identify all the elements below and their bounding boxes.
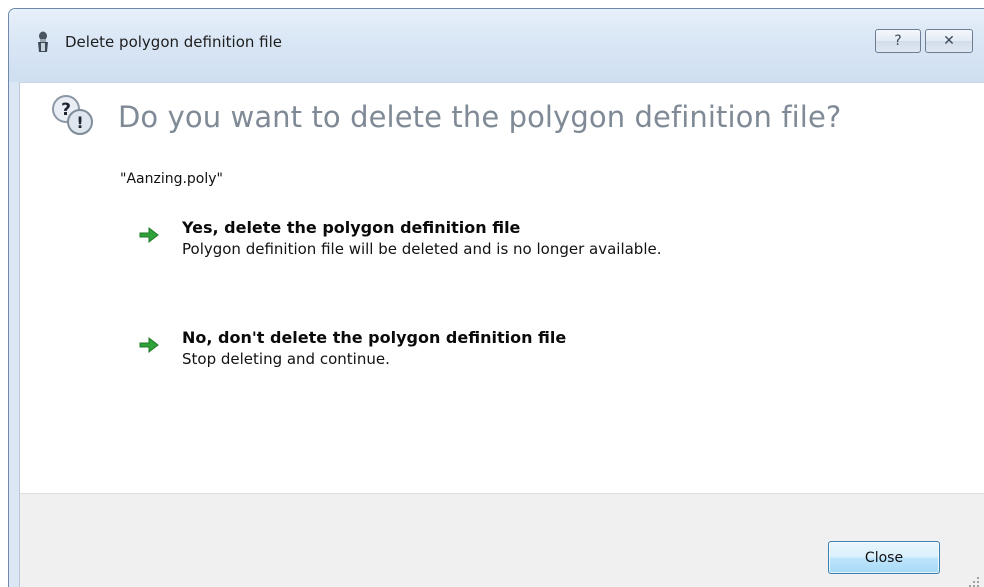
svg-text:!: ! (76, 113, 83, 132)
filename-label: "Aanzing.poly" (120, 171, 223, 187)
help-label: ? (894, 33, 902, 49)
green-arrow-icon (139, 336, 159, 354)
resize-grip-icon[interactable] (968, 576, 980, 587)
option-no-description: Stop deleting and continue. (182, 350, 390, 368)
main-instruction: Do you want to delete the polygon defini… (118, 100, 842, 134)
option-yes-description: Polygon definition file will be deleted … (182, 240, 662, 258)
dialog-content: ? ! Do you want to delete the polygon de… (19, 82, 984, 587)
window-title: Delete polygon definition file (65, 33, 282, 51)
green-arrow-icon (139, 226, 159, 244)
option-no-cancel[interactable]: No, don't delete the polygon definition … (138, 325, 858, 379)
person-app-icon (38, 31, 48, 52)
dialog-window: Delete polygon definition file ? ✕ ? ! D… (8, 8, 984, 587)
question-exclamation-bubbles-icon: ? ! (52, 95, 93, 135)
window-close-button[interactable]: ✕ (925, 29, 973, 53)
help-button[interactable]: ? (875, 29, 921, 53)
close-icon: ✕ (943, 33, 955, 49)
option-yes-delete[interactable]: Yes, delete the polygon definition file … (138, 215, 858, 269)
close-button[interactable]: Close (828, 541, 940, 574)
title-bar[interactable]: Delete polygon definition file ? ✕ (9, 9, 984, 82)
option-yes-title: Yes, delete the polygon definition file (182, 218, 521, 237)
dialog-footer: Close (20, 493, 984, 587)
option-no-title: No, don't delete the polygon definition … (182, 328, 567, 347)
